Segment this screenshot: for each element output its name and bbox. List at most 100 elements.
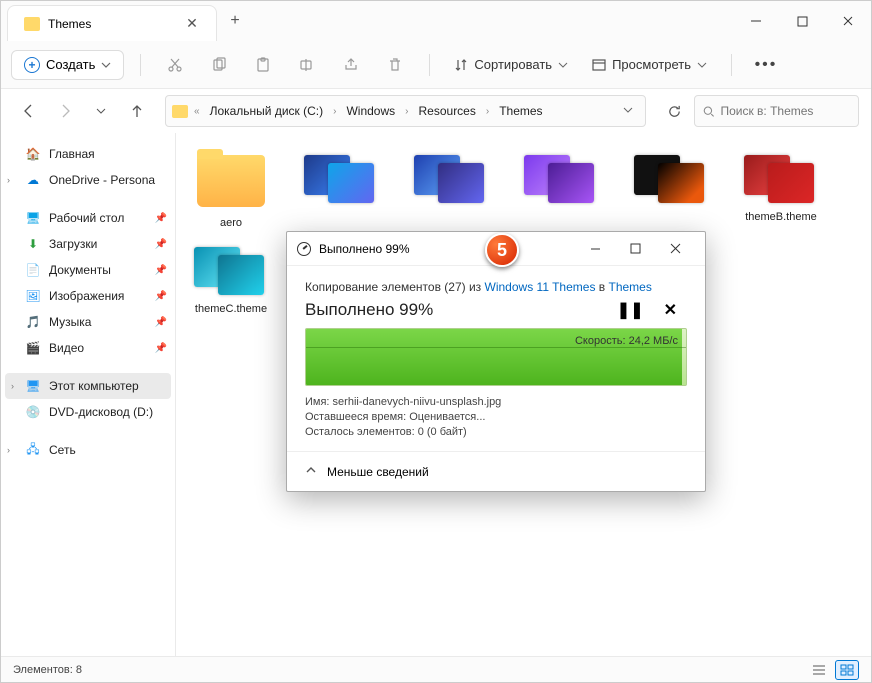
- breadcrumb-item[interactable]: Resources: [415, 102, 480, 120]
- dialog-close-button[interactable]: [655, 235, 695, 263]
- sidebar-network[interactable]: ›🖧Сеть: [1, 437, 175, 463]
- titlebar-drag[interactable]: [253, 1, 733, 41]
- sidebar-desktop[interactable]: 🖥Рабочий стол📌: [1, 205, 175, 231]
- speed-label: Скорость: 24,2 МБ/с: [575, 335, 678, 347]
- cancel-button[interactable]: ✕: [654, 300, 687, 320]
- search-icon: [703, 105, 714, 118]
- chevron-icon: ›: [333, 106, 336, 117]
- pin-icon: 📌: [155, 291, 167, 302]
- search-input[interactable]: [720, 104, 850, 118]
- file-theme[interactable]: [404, 149, 498, 229]
- back-button[interactable]: [13, 95, 45, 127]
- sidebar-downloads[interactable]: ⬇Загрузки📌: [1, 231, 175, 257]
- statusbar: Элементов: 8: [1, 656, 871, 682]
- minimize-button[interactable]: [733, 1, 779, 41]
- pin-icon: 📌: [155, 343, 167, 354]
- sort-button[interactable]: Сортировать: [446, 49, 576, 81]
- tab-close-icon[interactable]: ✕: [184, 16, 200, 32]
- document-icon: 📄: [25, 262, 41, 278]
- tab-title: Themes: [48, 17, 176, 31]
- rename-icon[interactable]: [289, 49, 325, 81]
- sidebar-pictures[interactable]: 🖼Изображения📌: [1, 283, 175, 309]
- create-button[interactable]: + Создать: [11, 50, 124, 80]
- detail-name: serhii-danevych-niivu-unsplash.jpg: [333, 396, 502, 408]
- file-theme[interactable]: [514, 149, 608, 229]
- detail-remaining: 0 (0 байт): [418, 426, 467, 438]
- toolbar-separator: [140, 54, 141, 76]
- create-label: Создать: [46, 57, 95, 72]
- dialog-minimize-button[interactable]: [575, 235, 615, 263]
- dialog-body: Копирование элементов (27) из Windows 11…: [287, 266, 705, 451]
- sidebar-thispc[interactable]: ›🖥Этот компьютер: [5, 373, 171, 399]
- toolbar-separator: [429, 54, 430, 76]
- titlebar: Themes ✕ +: [1, 1, 871, 41]
- sidebar-home[interactable]: 🏠Главная: [1, 141, 175, 167]
- search-box[interactable]: [694, 95, 859, 127]
- recent-button[interactable]: [85, 95, 117, 127]
- breadcrumb-item[interactable]: Локальный диск (C:): [206, 102, 328, 120]
- delete-icon[interactable]: [377, 49, 413, 81]
- chevron-up-icon: [305, 464, 317, 479]
- item-count: Элементов: 8: [13, 664, 82, 676]
- pc-icon: 🖥: [25, 378, 41, 394]
- explorer-window: Themes ✕ + + Создать Сортировать: [0, 0, 872, 683]
- breadcrumb-item[interactable]: Themes: [495, 102, 546, 120]
- file-theme[interactable]: [624, 149, 718, 229]
- file-themeC[interactable]: themeC.theme: [184, 241, 278, 315]
- details-view-button[interactable]: [807, 660, 831, 680]
- maximize-button[interactable]: [779, 1, 825, 41]
- theme-icon: [632, 149, 710, 207]
- detail-time: Оценивается...: [409, 411, 485, 423]
- theme-icon: [412, 149, 490, 207]
- breadcrumb-dropdown[interactable]: [617, 102, 639, 120]
- chevron-icon: ›: [405, 106, 408, 117]
- chevron-down-icon: [558, 60, 568, 70]
- new-tab-button[interactable]: +: [217, 1, 253, 41]
- paste-icon[interactable]: [245, 49, 281, 81]
- source-link[interactable]: Windows 11 Themes: [485, 280, 596, 294]
- thumbnails-view-button[interactable]: [835, 660, 859, 680]
- pin-icon: 📌: [155, 239, 167, 250]
- refresh-button[interactable]: [658, 95, 690, 127]
- sidebar-dvd[interactable]: 💿DVD-дисковод (D:): [1, 399, 175, 425]
- file-theme[interactable]: [294, 149, 388, 229]
- tab-themes[interactable]: Themes ✕: [7, 5, 217, 41]
- progress-chart: Скорость: 24,2 МБ/с: [305, 328, 687, 386]
- close-button[interactable]: [825, 1, 871, 41]
- more-button[interactable]: •••: [748, 49, 784, 81]
- file-themeB[interactable]: themeB.theme: [734, 149, 828, 229]
- dialog-title: Выполнено 99%: [319, 242, 575, 256]
- sidebar-documents[interactable]: 📄Документы📌: [1, 257, 175, 283]
- pause-button[interactable]: ❚❚: [607, 300, 654, 320]
- sidebar-onedrive[interactable]: ›☁OneDrive - Persona: [1, 167, 175, 193]
- disc-icon: 💿: [25, 404, 41, 420]
- sidebar-music[interactable]: 🎵Музыка📌: [1, 309, 175, 335]
- sidebar-videos[interactable]: 🎬Видео📌: [1, 335, 175, 361]
- dialog-maximize-button[interactable]: [615, 235, 655, 263]
- sort-label: Сортировать: [474, 57, 552, 72]
- chevron-icon: ›: [486, 106, 489, 117]
- copy-dialog: Выполнено 99% Копирование элементов (27)…: [286, 231, 706, 492]
- pin-icon: 📌: [155, 213, 167, 224]
- file-label: themeB.theme: [745, 211, 817, 223]
- pictures-icon: 🖼: [25, 288, 41, 304]
- download-icon: ⬇: [25, 236, 41, 252]
- dest-link[interactable]: Themes: [609, 280, 652, 294]
- sort-icon: [454, 58, 468, 72]
- cut-icon[interactable]: [157, 49, 193, 81]
- breadcrumb[interactable]: « Локальный диск (C:) › Windows › Resour…: [165, 95, 646, 127]
- sidebar: 🏠Главная ›☁OneDrive - Persona 🖥Рабочий с…: [1, 133, 176, 656]
- theme-icon: [742, 149, 820, 207]
- less-details-button[interactable]: Меньше сведений: [287, 451, 705, 491]
- chevron-icon: ›: [7, 445, 10, 455]
- breadcrumb-item[interactable]: Windows: [342, 102, 399, 120]
- copy-icon[interactable]: [201, 49, 237, 81]
- file-aero[interactable]: aero: [184, 149, 278, 229]
- toolbar: + Создать Сортировать Просмотреть •••: [1, 41, 871, 89]
- view-button[interactable]: Просмотреть: [584, 49, 715, 81]
- up-button[interactable]: [121, 95, 153, 127]
- share-icon[interactable]: [333, 49, 369, 81]
- chevron-icon: «: [194, 106, 200, 117]
- folder-icon: [172, 105, 188, 118]
- forward-button[interactable]: [49, 95, 81, 127]
